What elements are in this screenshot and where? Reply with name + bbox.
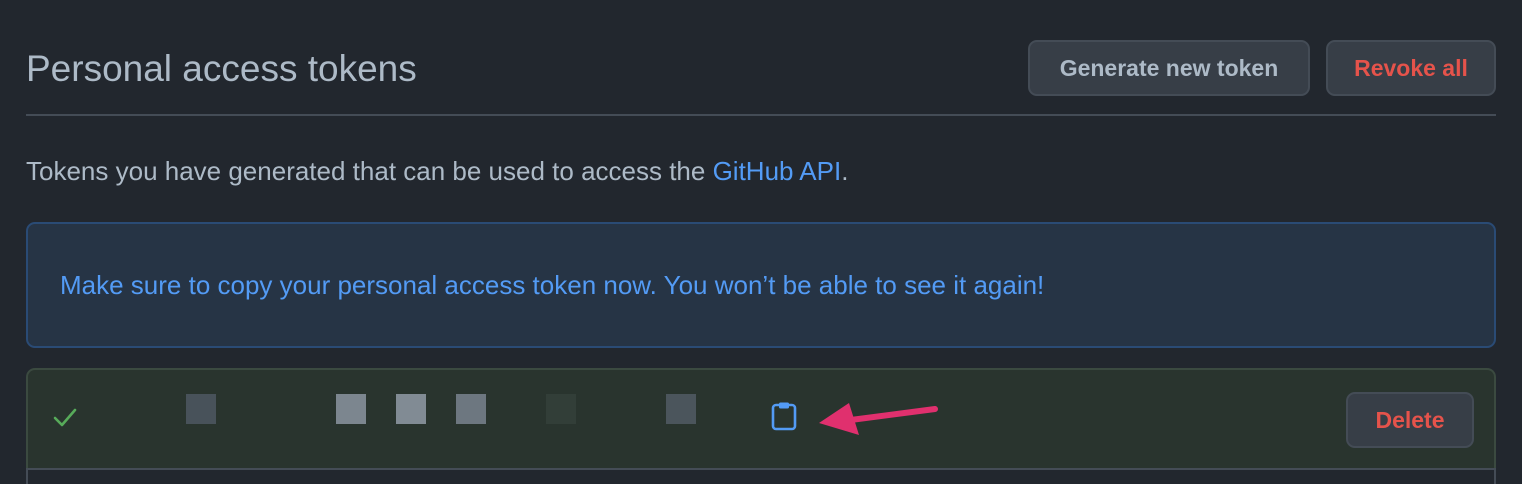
flash-notice: Make sure to copy your personal access t… — [26, 222, 1496, 348]
page-title: Personal access tokens — [26, 48, 417, 89]
token-row — [26, 368, 1496, 468]
description-prefix: Tokens you have generated that can be us… — [26, 156, 713, 186]
flash-message: Make sure to copy your personal access t… — [60, 269, 1045, 300]
next-token-row — [26, 470, 1496, 484]
redacted-token-block — [396, 394, 426, 424]
header-divider — [26, 114, 1496, 116]
check-icon — [53, 408, 77, 427]
redacted-token-block — [666, 394, 696, 424]
redacted-token-block — [336, 394, 366, 424]
clipboard-icon[interactable] — [770, 401, 798, 431]
redacted-token-block — [186, 394, 216, 424]
revoke-all-button[interactable]: Revoke all — [1326, 40, 1496, 96]
description-suffix: . — [841, 156, 849, 186]
delete-token-button[interactable]: Delete — [1346, 392, 1474, 448]
arrow-annotation — [819, 403, 938, 435]
generate-new-token-button[interactable]: Generate new token — [1028, 40, 1310, 96]
redacted-token-block — [456, 394, 486, 424]
redacted-token-block — [546, 394, 576, 424]
github-api-link[interactable]: GitHub API — [713, 156, 842, 186]
description-text: Tokens you have generated that can be us… — [26, 152, 848, 190]
